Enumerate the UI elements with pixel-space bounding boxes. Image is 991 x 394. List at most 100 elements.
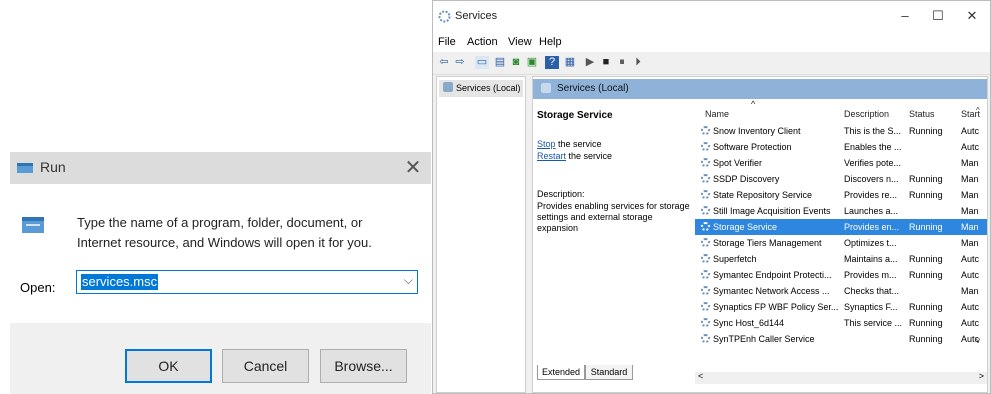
- services-icon: [443, 82, 453, 92]
- tab-extended[interactable]: Extended: [537, 365, 585, 380]
- cell-description: Provides re...: [844, 190, 898, 200]
- table-row[interactable]: Storage Service Provides en... Running Man: [695, 219, 987, 235]
- table-row[interactable]: Synaptics FP WBF Policy Ser... Synaptics …: [695, 299, 987, 315]
- cell-startup: Man: [961, 206, 979, 216]
- console-icon[interactable]: ▭: [475, 56, 489, 69]
- cell-startup: Man: [961, 174, 979, 184]
- table-row[interactable]: Software Protection Enables the ... Autc: [695, 139, 987, 155]
- tab-standard[interactable]: Standard: [585, 365, 633, 380]
- gear-icon: [701, 302, 710, 311]
- scroll-left-icon[interactable]: <: [698, 371, 703, 381]
- scroll-right-icon[interactable]: >: [979, 371, 984, 381]
- help-icon[interactable]: ?: [545, 56, 559, 69]
- table-row[interactable]: Sync Host_6d144 This service ... Running Au…: [695, 315, 987, 331]
- cell-status: Running: [909, 270, 943, 280]
- open-input[interactable]: services.msc ⌵: [76, 270, 418, 294]
- gear-icon: [701, 174, 710, 183]
- tree-item-services-local[interactable]: Services (Local): [439, 80, 523, 97]
- cell-status: Running: [909, 222, 943, 232]
- horizontal-scrollbar[interactable]: < >: [695, 371, 987, 384]
- view-icon[interactable]: ▦: [563, 56, 577, 69]
- back-arrow-icon[interactable]: ⇦: [437, 56, 451, 69]
- cell-name: Symantec Network Access ...: [713, 286, 830, 296]
- detail-title: Storage Service: [537, 110, 613, 121]
- chevron-down-icon[interactable]: ⌵: [404, 273, 413, 288]
- cell-description: Synaptics F...: [844, 302, 898, 312]
- cell-startup: Autc: [961, 302, 980, 312]
- scroll-down-icon[interactable]: v: [976, 336, 980, 345]
- cell-description: Enables the ...: [844, 142, 902, 152]
- run-program-icon: [22, 217, 44, 233]
- table-row[interactable]: Spot Verifier Verifies pote... Man: [695, 155, 987, 171]
- close-icon[interactable]: ✕: [954, 5, 990, 27]
- cell-name: Snow Inventory Client: [713, 126, 801, 136]
- restart-rest: the service: [566, 151, 613, 161]
- play-icon[interactable]: ▶: [583, 56, 597, 69]
- cell-name: Software Protection: [713, 142, 792, 152]
- cell-name: Symantec Endpoint Protecti...: [713, 270, 832, 280]
- table-row[interactable]: SSDP Discovery Discovers n... Running Man: [695, 171, 987, 187]
- open-label: Open:: [20, 280, 56, 295]
- description-label: Description:: [537, 189, 585, 199]
- cell-status: Running: [909, 254, 943, 264]
- cancel-button[interactable]: Cancel: [222, 349, 309, 383]
- table-row[interactable]: State Repository Service Provides re... Ru…: [695, 187, 987, 203]
- gear-icon: [701, 206, 710, 215]
- table-row[interactable]: Symantec Endpoint Protecti... Provides m.…: [695, 267, 987, 283]
- menu-action[interactable]: Action: [467, 36, 498, 48]
- stop-service-line: Stop the service: [537, 139, 602, 149]
- cell-startup: Autc: [961, 318, 980, 328]
- stop-icon[interactable]: ■: [599, 56, 613, 69]
- run-icon: [17, 163, 33, 173]
- table-row[interactable]: Superfetch Maintains a... Running Autc: [695, 251, 987, 267]
- table-row[interactable]: Still Image Acquisition Events Launches a…: [695, 203, 987, 219]
- menu-help[interactable]: Help: [539, 36, 562, 48]
- ok-button[interactable]: OK: [125, 349, 212, 383]
- cell-startup: Man: [961, 190, 979, 200]
- cell-description: Provides en...: [844, 222, 900, 232]
- cell-startup: Autc: [961, 270, 980, 280]
- pause-icon[interactable]: ⏸: [615, 56, 629, 69]
- gear-icon: [701, 142, 710, 151]
- gear-icon: [701, 126, 710, 135]
- resume-icon[interactable]: ⏵: [631, 56, 645, 69]
- properties-icon[interactable]: ▤: [493, 56, 507, 69]
- cell-startup: Man: [961, 238, 979, 248]
- menu-view[interactable]: View: [508, 36, 532, 48]
- services-icon: [541, 83, 551, 93]
- cell-description: This is the S...: [844, 126, 902, 136]
- table-row[interactable]: Snow Inventory Client This is the S... Run…: [695, 123, 987, 139]
- cell-startup: Man: [961, 286, 979, 296]
- export-icon[interactable]: ▣: [525, 56, 539, 69]
- browse-button[interactable]: Browse...: [320, 349, 407, 383]
- column-header-description[interactable]: Description: [844, 109, 889, 119]
- table-row[interactable]: Storage Tiers Management Optimizes t... Ma…: [695, 235, 987, 251]
- menu-file[interactable]: File: [438, 36, 456, 48]
- toolbar: ⇦ ⇨ ▭ ▤ ◙ ▣ ? ▦ ▶ ■ ⏸ ⏵: [433, 52, 990, 75]
- restart-link[interactable]: Restart: [537, 151, 566, 161]
- minimize-icon[interactable]: –: [887, 5, 923, 27]
- services-titlebar[interactable]: Services – ☐ ✕: [433, 1, 990, 32]
- maximize-icon[interactable]: ☐: [920, 5, 956, 27]
- stop-link[interactable]: Stop: [537, 139, 556, 149]
- cell-description: Verifies pote...: [844, 158, 902, 168]
- restart-service-line: Restart the service: [537, 151, 612, 161]
- table-row[interactable]: Symantec Network Access ... Checks that..…: [695, 283, 987, 299]
- services-app-icon: [438, 10, 451, 23]
- cell-startup: Man: [961, 158, 979, 168]
- run-dialog: Run ✕ Type the name of a program, folder…: [10, 152, 431, 394]
- forward-arrow-icon[interactable]: ⇨: [453, 56, 467, 69]
- cell-startup: Autc: [961, 334, 980, 344]
- refresh-icon[interactable]: ◙: [509, 56, 523, 69]
- cell-description: Launches a...: [844, 206, 899, 216]
- column-header-status[interactable]: Status: [909, 109, 935, 119]
- cell-status: Running: [909, 174, 943, 184]
- cell-name: Spot Verifier: [713, 158, 763, 168]
- column-header-name[interactable]: Name: [705, 109, 729, 119]
- cell-status: Running: [909, 190, 943, 200]
- scroll-up-icon[interactable]: ^: [976, 106, 980, 115]
- cell-status: Running: [909, 334, 943, 344]
- table-row[interactable]: SynTPEnh Caller Service Running Autc: [695, 331, 987, 347]
- close-icon[interactable]: ✕: [398, 154, 428, 182]
- run-titlebar[interactable]: Run ✕: [10, 152, 431, 184]
